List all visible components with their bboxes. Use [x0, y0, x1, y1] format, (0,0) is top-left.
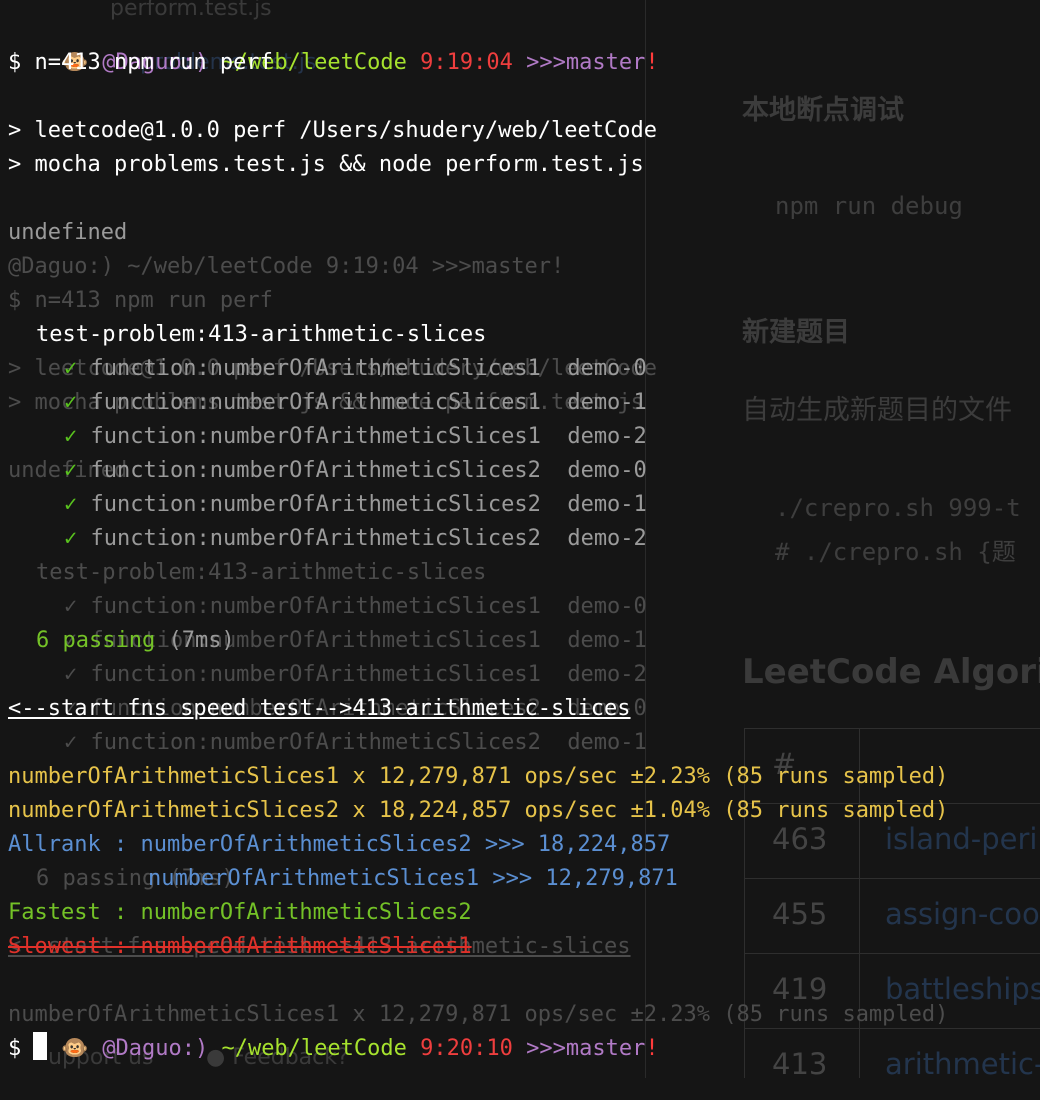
- shell-prompt: 🐵 @Daguo:) ~/web/leetCode 9:19:04 >>>mas…: [8, 12, 948, 75]
- check-icon: ✓: [64, 492, 78, 517]
- prompt-dirty-flag: !: [645, 50, 659, 75]
- prompt-branch: >>>master: [526, 1036, 646, 1061]
- prompt-symbol: $: [8, 1036, 22, 1061]
- check-icon: ✓: [64, 458, 78, 483]
- benchmark-result: numberOfArithmeticSlices2 x 18,224,857 o…: [8, 798, 949, 823]
- test-name: function:numberOfArithmeticSlices2 demo-…: [90, 526, 647, 551]
- monkey-icon: 🐵: [60, 1036, 89, 1061]
- passing-count: 6 passing: [36, 628, 156, 653]
- allrank-label: Allrank :: [8, 832, 141, 857]
- check-icon: ✓: [64, 390, 78, 415]
- test-result-line: ✓ function:numberOfArithmeticSlices2 dem…: [8, 488, 948, 522]
- test-suite-title: test-problem:413-arithmetic-slices: [36, 322, 487, 347]
- test-name: function:numberOfArithmeticSlices1 demo-…: [90, 390, 647, 415]
- terminal-output[interactable]: 🐵 @Daguo:) ~/web/leetCode 9:19:04 >>>mas…: [8, 12, 948, 1066]
- allrank-entry: numberOfArithmeticSlices1 >>> 12,279,871: [148, 866, 678, 891]
- fastest-result: Fastest : numberOfArithmeticSlices2: [8, 900, 472, 925]
- allrank-line: numberOfArithmeticSlices1 >>> 12,279,871: [8, 862, 948, 896]
- allrank-entry: numberOfArithmeticSlices2 >>> 18,224,857: [140, 832, 671, 857]
- test-name: function:numberOfArithmeticSlices2 demo-…: [90, 492, 647, 517]
- check-icon: ✓: [64, 526, 78, 551]
- test-name: function:numberOfArithmeticSlices2 demo-…: [90, 458, 647, 483]
- speed-test-header: <--start fns speed test-->413-arithmetic…: [8, 696, 631, 721]
- npm-header-line: > leetcode@1.0.0 perf /Users/shudery/web…: [8, 118, 658, 143]
- passing-time: (7ms): [168, 628, 235, 653]
- test-name: function:numberOfArithmeticSlices1 demo-…: [90, 424, 647, 449]
- prompt-time: 9:19:04: [420, 50, 513, 75]
- test-result-line: ✓ function:numberOfArithmeticSlices2 dem…: [8, 522, 948, 556]
- check-icon: ✓: [64, 356, 78, 381]
- test-result-line: ✓ function:numberOfArithmeticSlices1 dem…: [8, 420, 948, 454]
- text-cursor[interactable]: [33, 1032, 48, 1060]
- npm-header-line: > mocha problems.test.js && node perform…: [8, 152, 644, 177]
- test-result-line: ✓ function:numberOfArithmeticSlices2 dem…: [8, 454, 948, 488]
- benchmark-result: numberOfArithmeticSlices1 x 12,279,871 o…: [8, 764, 949, 789]
- slowest-result: Slowest : numberOfArithmeticSlices1: [8, 934, 472, 959]
- prompt-path: ~/web/leetCode: [221, 1036, 407, 1061]
- prompt-time: 9:20:10: [420, 1036, 513, 1061]
- shell-prompt: 🐵 @Daguo:) ~/web/leetCode 9:20:10 >>>mas…: [8, 998, 948, 1061]
- test-result-line: ✓ function:numberOfArithmeticSlices1 dem…: [8, 352, 948, 386]
- undefined-output: undefined: [8, 220, 128, 245]
- prompt-dirty-flag: !: [645, 1036, 659, 1061]
- passing-summary: 6 passing (7ms): [8, 624, 948, 658]
- check-icon: ✓: [64, 424, 78, 449]
- allrank-line: Allrank : numberOfArithmeticSlices2 >>> …: [8, 828, 948, 862]
- test-name: function:numberOfArithmeticSlices1 demo-…: [90, 356, 647, 381]
- prompt-branch: >>>master: [526, 50, 646, 75]
- prompt-user: @Daguo:): [102, 1036, 209, 1061]
- test-result-line: ✓ function:numberOfArithmeticSlices1 dem…: [8, 386, 948, 420]
